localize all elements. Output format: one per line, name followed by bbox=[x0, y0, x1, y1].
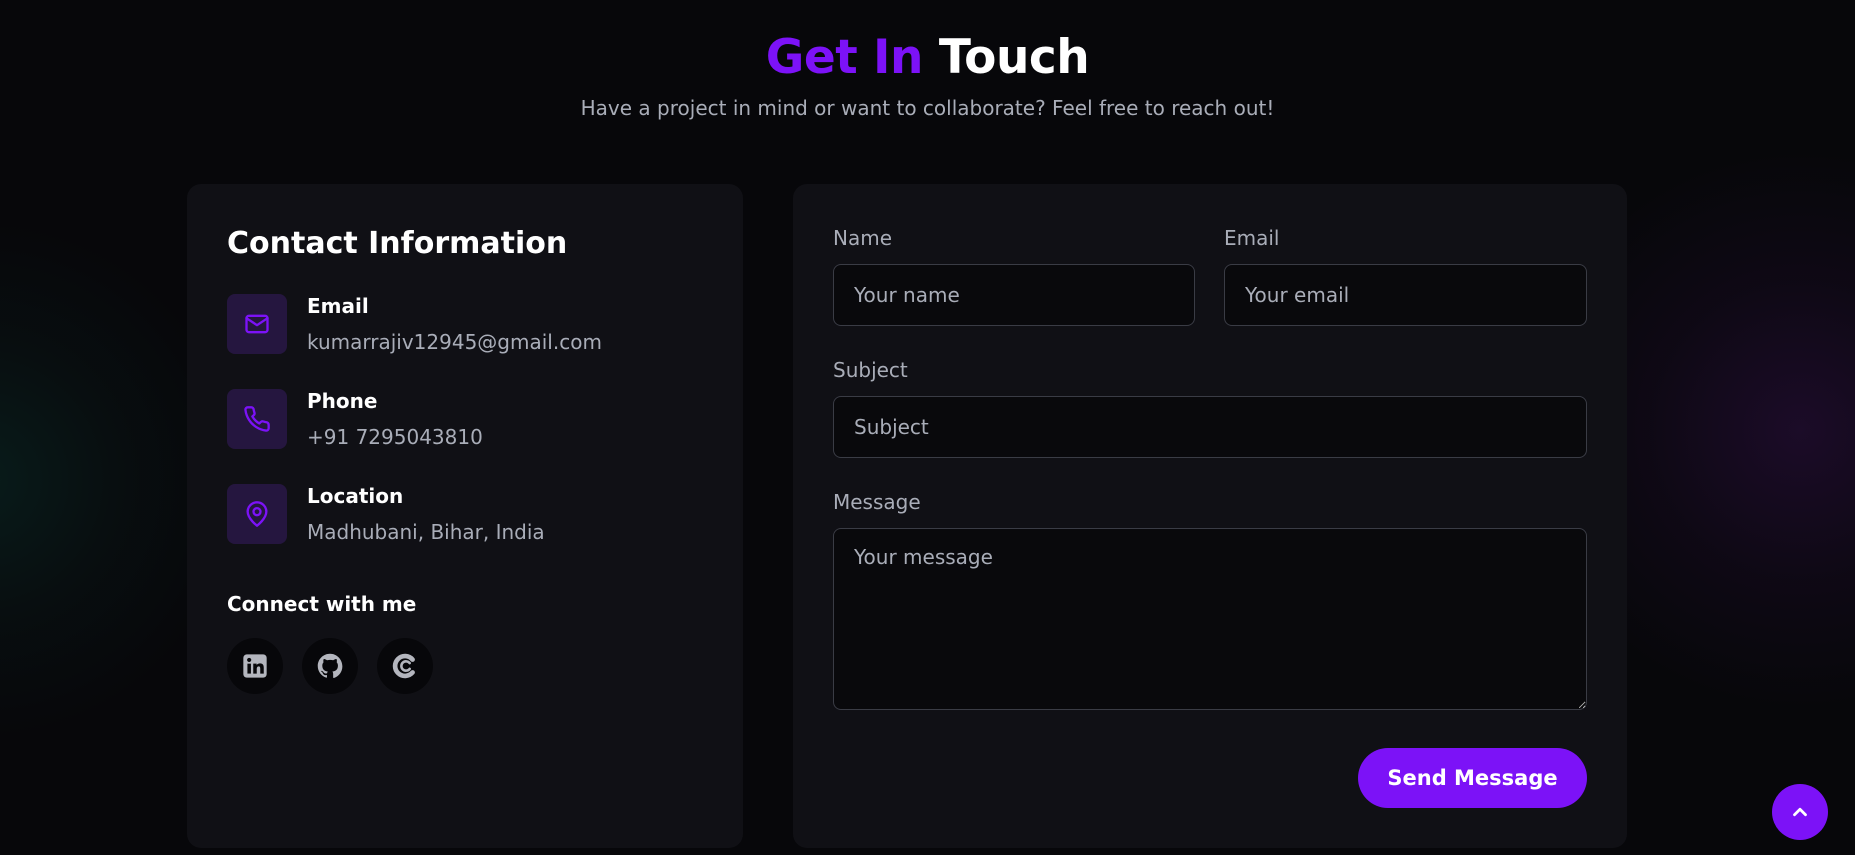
send-message-button[interactable]: Send Message bbox=[1358, 748, 1587, 808]
connect-label: Connect with me bbox=[227, 592, 417, 616]
github-link[interactable] bbox=[302, 638, 358, 694]
codechef-icon bbox=[392, 653, 415, 679]
contact-info-title: Contact Information bbox=[227, 226, 568, 261]
linkedin-icon bbox=[243, 654, 267, 678]
contact-info-card: Contact Information Email kumarrajiv1294… bbox=[187, 184, 743, 848]
contact-item-label: Location bbox=[307, 484, 404, 508]
name-label: Name bbox=[833, 226, 893, 250]
page-subtitle: Have a project in mind or want to collab… bbox=[580, 96, 1275, 120]
page-title-accent: Get In bbox=[765, 30, 924, 85]
message-label: Message bbox=[833, 490, 921, 514]
message-textarea[interactable] bbox=[833, 528, 1587, 710]
page-title: Get In Touch bbox=[0, 30, 1855, 85]
contact-item-label: Phone bbox=[307, 389, 378, 413]
codechef-link[interactable] bbox=[377, 638, 433, 694]
contact-section: Get In Touch Have a project in mind or w… bbox=[0, 0, 1855, 855]
contact-item-phone: Phone +91 7295043810 bbox=[227, 389, 707, 451]
mail-icon bbox=[227, 294, 287, 354]
phone-icon bbox=[227, 389, 287, 449]
contact-item-email: Email kumarrajiv12945@gmail.com bbox=[227, 294, 707, 356]
name-input[interactable] bbox=[833, 264, 1195, 326]
scroll-to-top-button[interactable] bbox=[1772, 784, 1828, 840]
email-input[interactable] bbox=[1224, 264, 1587, 326]
email-label: Email bbox=[1224, 226, 1280, 250]
map-pin-icon bbox=[227, 484, 287, 544]
contact-item-value: kumarrajiv12945@gmail.com bbox=[307, 330, 602, 354]
linkedin-link[interactable] bbox=[227, 638, 283, 694]
contact-form: Name Email Subject Message Send Message bbox=[793, 184, 1627, 848]
page-title-plain: Touch bbox=[938, 30, 1090, 85]
subject-label: Subject bbox=[833, 358, 908, 382]
contact-item-label: Email bbox=[307, 294, 369, 318]
contact-item-value: +91 7295043810 bbox=[307, 425, 483, 449]
contact-item-location: Location Madhubani, Bihar, India bbox=[227, 484, 707, 546]
chevron-up-icon bbox=[1793, 807, 1807, 817]
contact-item-value: Madhubani, Bihar, India bbox=[307, 520, 545, 544]
subject-input[interactable] bbox=[833, 396, 1587, 458]
github-icon bbox=[317, 653, 343, 679]
